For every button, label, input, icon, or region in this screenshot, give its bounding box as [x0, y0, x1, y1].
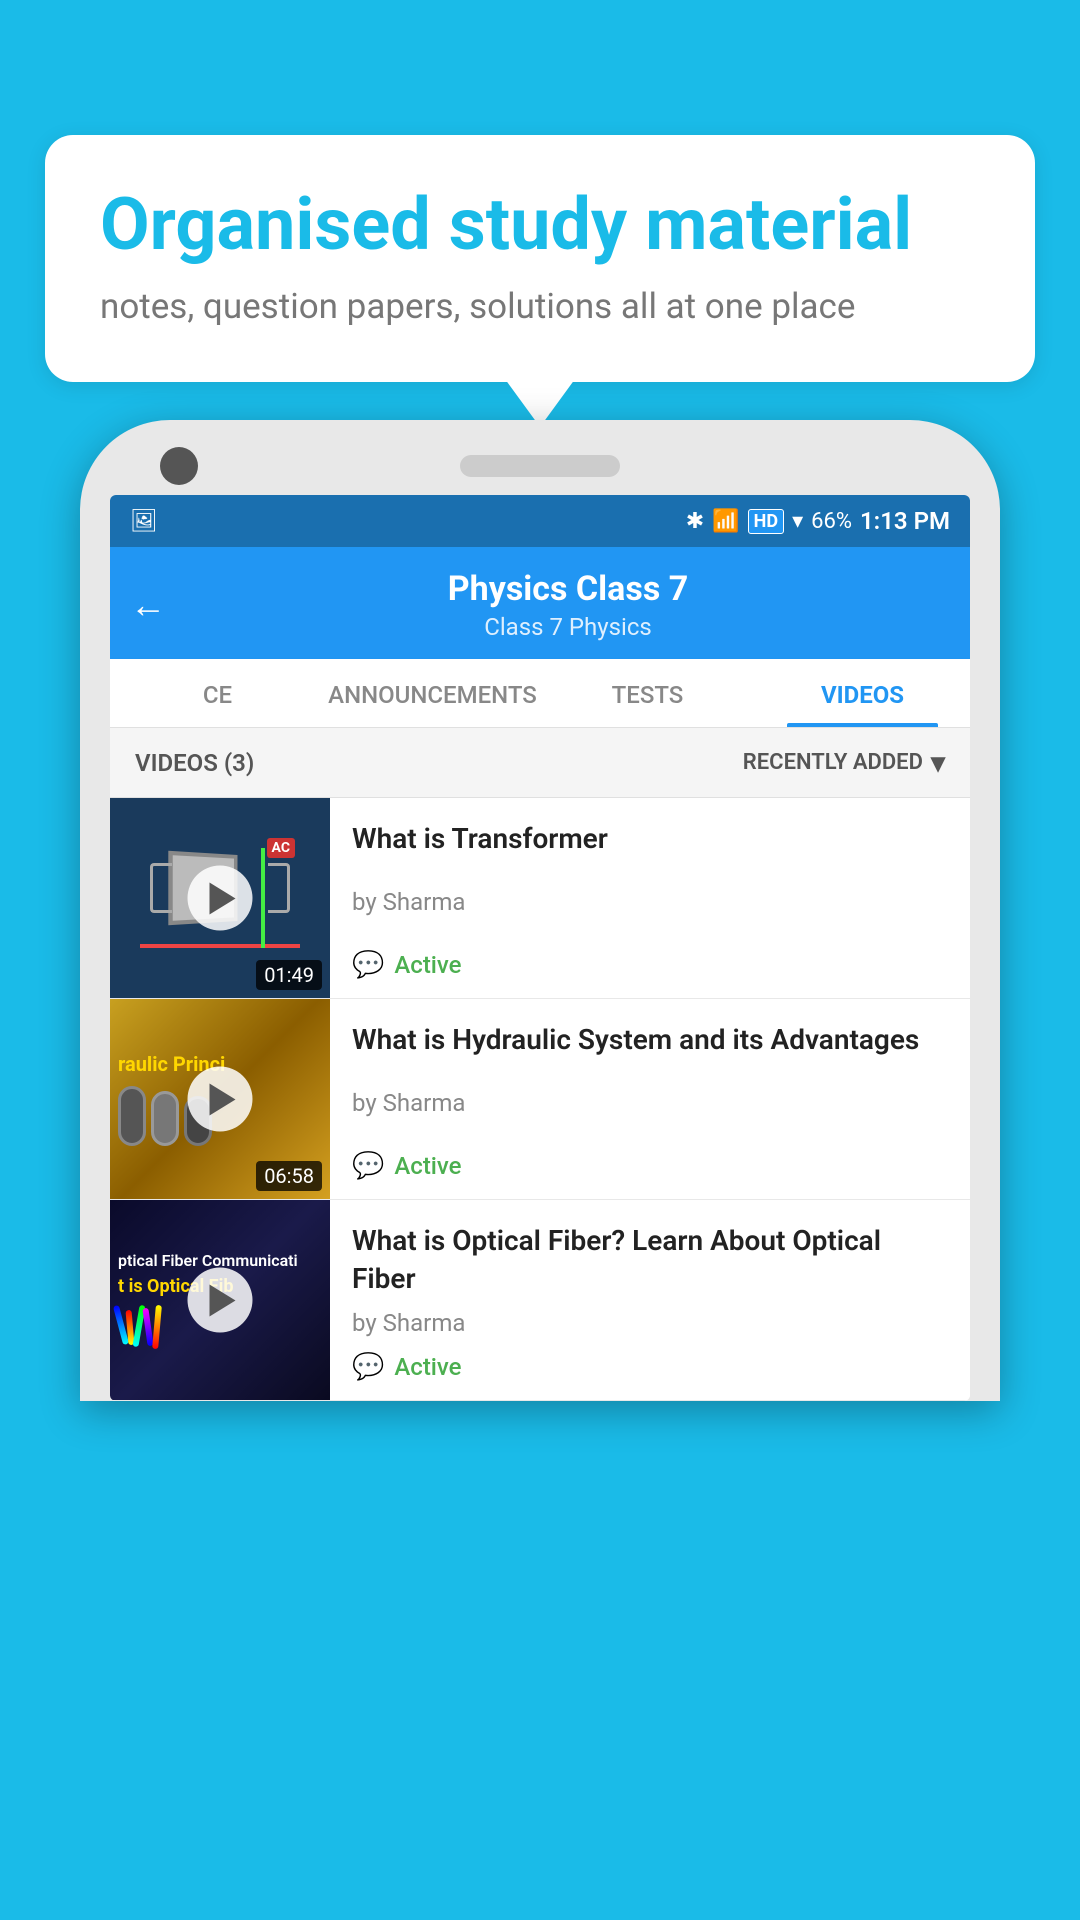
phone-speaker: [460, 455, 620, 477]
video-info-3: What is Optical Fiber? Learn About Optic…: [330, 1200, 970, 1400]
active-label-2: Active: [394, 1152, 461, 1180]
video-title-3: What is Optical Fiber? Learn About Optic…: [352, 1222, 948, 1298]
video-item-2[interactable]: raulic Princi: [110, 999, 970, 1200]
video-thumbnail-3: ptical Fiber Communicati t is Optical Fi…: [110, 1200, 330, 1400]
status-bar: 🖼 ✱ 📶 HD ▾ 66% 1:13 PM: [110, 495, 970, 547]
wifi-icon: ▾: [792, 509, 803, 534]
sort-dropdown[interactable]: RECENTLY ADDED ▾: [743, 746, 945, 779]
play-icon-2: [210, 1083, 236, 1115]
phone-screen: 🖼 ✱ 📶 HD ▾ 66% 1:13 PM ← Physics: [110, 495, 970, 1401]
video-status-1: 💬 Active: [352, 950, 948, 980]
phone-top-bar: [110, 455, 970, 477]
tabs-bar: CE ANNOUNCEMENTS TESTS VIDEOS: [110, 659, 970, 728]
video-status-2: 💬 Active: [352, 1151, 948, 1181]
active-label-3: Active: [394, 1353, 461, 1381]
video-author-2: by Sharma: [352, 1089, 948, 1117]
app-header: ← Physics Class 7 Class 7 Physics: [110, 547, 970, 659]
chat-icon-2: 💬: [352, 1151, 384, 1181]
back-button[interactable]: ←: [130, 584, 166, 626]
video-title-1: What is Transformer: [352, 820, 948, 858]
header-text: Physics Class 7 Class 7 Physics: [186, 569, 950, 641]
video-duration-2: 06:58: [256, 1161, 322, 1191]
video-item-3[interactable]: ptical Fiber Communicati t is Optical Fi…: [110, 1200, 970, 1401]
hd-badge: HD: [748, 509, 784, 534]
video-item[interactable]: AC 01:49 What is Transformer by Sharma: [110, 798, 970, 999]
status-left: 🖼: [130, 509, 164, 534]
phone-outer: 🖼 ✱ 📶 HD ▾ 66% 1:13 PM ← Physics: [80, 420, 1000, 1401]
bubble-subtitle: notes, question papers, solutions all at…: [100, 286, 980, 327]
video-author-1: by Sharma: [352, 888, 948, 916]
video-list: AC 01:49 What is Transformer by Sharma: [110, 798, 970, 1401]
phone-camera: [160, 447, 198, 485]
play-button-2[interactable]: [188, 1067, 253, 1132]
video-info-2: What is Hydraulic System and its Advanta…: [330, 999, 970, 1199]
video-thumbnail-2: raulic Princi: [110, 999, 330, 1199]
header-title: Physics Class 7: [186, 569, 950, 609]
speech-bubble: Organised study material notes, question…: [45, 135, 1035, 382]
video-duration-1: 01:49: [256, 960, 322, 990]
signal-icon: 📶: [712, 509, 739, 534]
tab-announcements[interactable]: ANNOUNCEMENTS: [325, 659, 540, 727]
bluetooth-icon: ✱: [686, 509, 704, 534]
video-author-3: by Sharma: [352, 1309, 948, 1337]
play-button-3[interactable]: [188, 1268, 253, 1333]
active-label-1: Active: [394, 951, 461, 979]
tab-videos[interactable]: VIDEOS: [755, 659, 970, 727]
play-icon-3: [210, 1284, 236, 1316]
video-count: VIDEOS (3): [135, 749, 254, 777]
chat-icon-3: 💬: [352, 1352, 384, 1382]
header-subtitle: Class 7 Physics: [186, 613, 950, 641]
tab-tests[interactable]: TESTS: [540, 659, 755, 727]
phone-mockup: 🖼 ✱ 📶 HD ▾ 66% 1:13 PM ← Physics: [80, 420, 1000, 1920]
play-icon-1: [210, 882, 236, 914]
photo-icon: 🖼: [130, 509, 158, 534]
video-status-3: 💬 Active: [352, 1352, 948, 1382]
chevron-down-icon: ▾: [931, 746, 945, 779]
chat-icon-1: 💬: [352, 950, 384, 980]
battery-text: 66%: [811, 509, 852, 534]
bubble-title: Organised study material: [100, 185, 980, 264]
tab-ce[interactable]: CE: [110, 659, 325, 727]
status-time: 1:13 PM: [860, 507, 950, 535]
video-thumbnail-1: AC 01:49: [110, 798, 330, 998]
video-info-1: What is Transformer by Sharma 💬 Active: [330, 798, 970, 998]
video-title-2: What is Hydraulic System and its Advanta…: [352, 1021, 948, 1059]
sort-label: RECENTLY ADDED: [743, 750, 923, 775]
play-button-1[interactable]: [188, 866, 253, 931]
status-right: ✱ 📶 HD ▾ 66% 1:13 PM: [686, 507, 950, 535]
filter-bar: VIDEOS (3) RECENTLY ADDED ▾: [110, 728, 970, 798]
